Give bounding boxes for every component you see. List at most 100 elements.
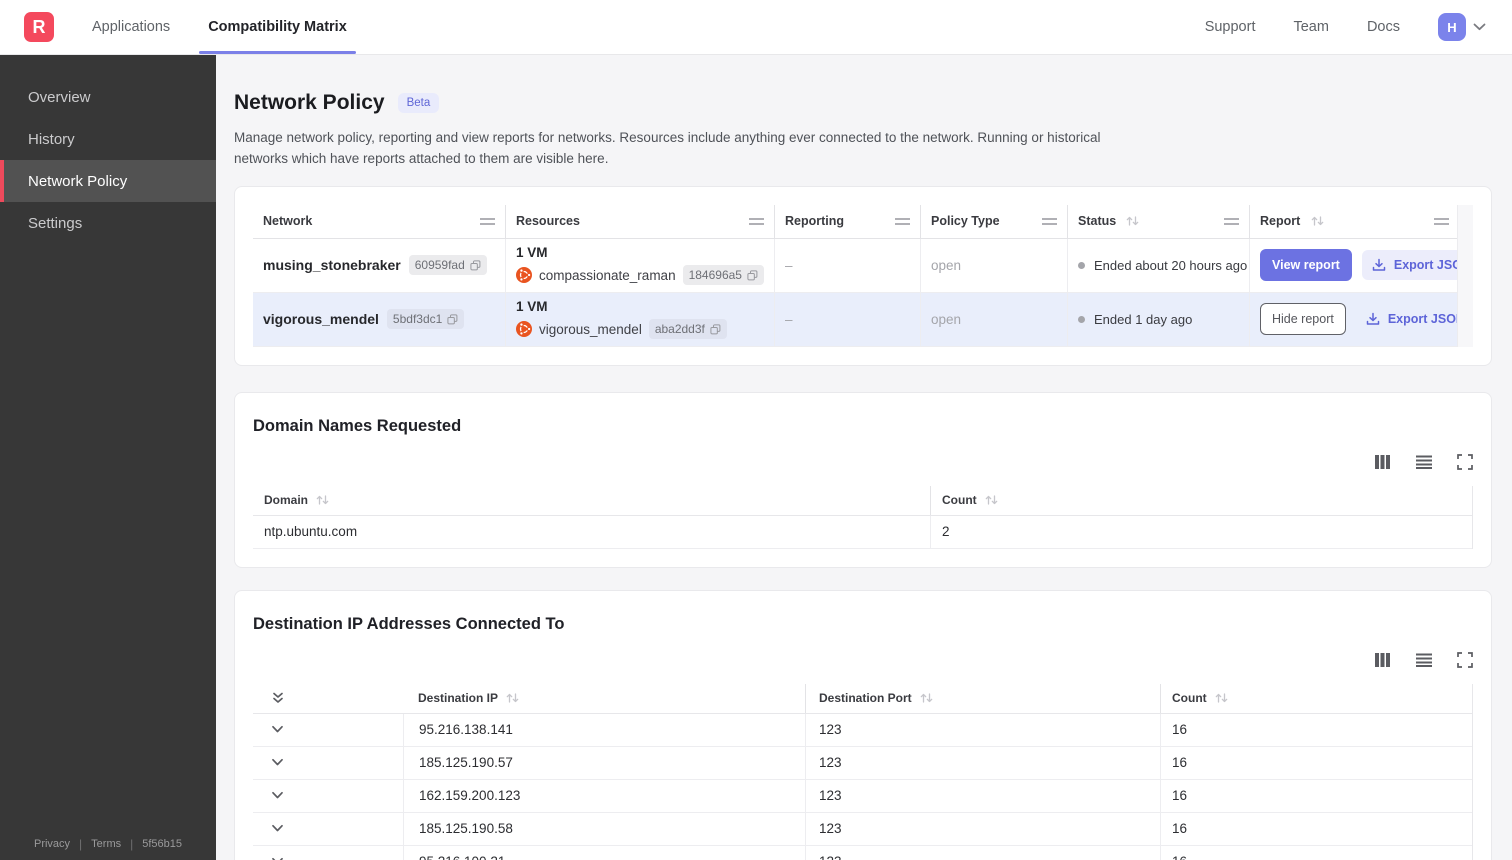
export-json-button[interactable]: Export JSON (1361, 250, 1459, 281)
sort-icon[interactable] (315, 494, 330, 506)
destination-count-value: 16 (1160, 779, 1459, 812)
build-version: 5f56b15 (142, 838, 183, 850)
resource-summary: 1 VM (516, 299, 548, 315)
page-description: Manage network policy, reporting and vie… (234, 130, 1101, 166)
destination-count-value: 16 (1160, 713, 1459, 746)
status-dot (1078, 315, 1085, 323)
column-menu-icon[interactable] (895, 217, 910, 225)
copy-icon[interactable] (447, 314, 458, 325)
column-menu-icon[interactable] (749, 217, 764, 225)
resource-id-badge: 184696a5 (682, 265, 764, 286)
networks-table-header: Network Resources Reporting Policy Type … (253, 204, 1473, 239)
docs-link[interactable]: Docs (1367, 19, 1400, 35)
ubuntu-icon (516, 267, 532, 284)
download-icon (1372, 258, 1386, 272)
resource-id: aba2dd3f (654, 322, 705, 337)
destination-port-value: 123 (805, 845, 1160, 860)
export-json-button[interactable]: Export JSON (1356, 304, 1459, 334)
domain-names-card: Domain Names Requested Domain Count ntp.… (234, 391, 1492, 568)
destination-row[interactable]: 95.216.138.141 123 16 (253, 713, 1472, 747)
sidebar-item-history[interactable]: History (0, 118, 216, 160)
column-header-destination-ip: Destination IP (418, 691, 499, 706)
destination-row[interactable]: 185.125.190.58 123 16 (253, 812, 1472, 846)
columns-icon[interactable] (1374, 652, 1391, 668)
tab-applications[interactable]: Applications (92, 0, 170, 54)
sidebar-item-network-policy[interactable]: Network Policy (0, 160, 216, 202)
destination-row[interactable]: 185.125.190.57 123 16 (253, 746, 1472, 780)
columns-icon[interactable] (1374, 454, 1391, 470)
expand-all-icon[interactable] (271, 691, 285, 705)
column-menu-icon[interactable] (1042, 217, 1057, 225)
resource-id: 184696a5 (688, 268, 742, 283)
row-expander-icon[interactable] (271, 791, 284, 800)
privacy-link[interactable]: Privacy (34, 838, 70, 850)
domain-card-toolbar (253, 452, 1473, 472)
topbar-right-group: Support Team Docs H (1205, 13, 1486, 41)
status-dot (1078, 261, 1085, 269)
page-title: Network Policy (234, 91, 385, 114)
app-logo[interactable]: R (24, 12, 54, 42)
row-density-icon[interactable] (1415, 652, 1433, 668)
copy-icon[interactable] (470, 260, 481, 271)
beta-badge: Beta (397, 93, 440, 113)
domain-row[interactable]: ntp.ubuntu.com 2 (253, 515, 1472, 549)
row-expander-icon[interactable] (271, 725, 284, 734)
network-row-vigorous-mendel[interactable]: vigorous_mendel 5bdf3dc1 1 VM vigorous_m… (253, 292, 1473, 347)
resource-name: vigorous_mendel (539, 321, 642, 337)
column-header-policy-type: Policy Type (931, 214, 1000, 229)
tab-compatibility-matrix[interactable]: Compatibility Matrix (199, 0, 356, 54)
avatar[interactable]: H (1438, 13, 1466, 41)
destination-count-value: 16 (1160, 746, 1459, 779)
sort-icon[interactable] (1310, 215, 1325, 227)
networks-table-card: Network Resources Reporting Policy Type … (234, 185, 1492, 366)
destinations-table: Destination IP Destination Port Count 95… (253, 683, 1473, 860)
policy-type-value: open (931, 257, 962, 273)
sort-icon[interactable] (505, 692, 520, 704)
column-menu-icon[interactable] (480, 217, 495, 225)
domain-card-title: Domain Names Requested (253, 416, 462, 435)
view-report-button[interactable]: View report (1260, 249, 1352, 282)
table-scroll-gutter[interactable] (1457, 204, 1473, 347)
destination-card-toolbar (253, 650, 1473, 670)
export-json-label: Export JSON (1387, 312, 1459, 327)
sort-icon[interactable] (984, 494, 999, 506)
reporting-value: – (785, 257, 793, 273)
row-expander-icon[interactable] (271, 758, 284, 767)
row-expander-icon[interactable] (271, 824, 284, 833)
sidebar-item-settings[interactable]: Settings (0, 202, 216, 244)
sidebar-item-overview[interactable]: Overview (0, 76, 216, 118)
copy-icon[interactable] (710, 324, 721, 335)
policy-type-value: open (931, 311, 962, 327)
support-link[interactable]: Support (1205, 19, 1256, 35)
destination-ip-value: 95.216.138.141 (403, 713, 805, 746)
column-menu-icon[interactable] (1224, 217, 1239, 225)
user-menu[interactable]: H (1438, 13, 1486, 41)
destination-count-value: 16 (1160, 845, 1459, 860)
sort-icon[interactable] (919, 692, 934, 704)
resource-id-badge: aba2dd3f (648, 319, 727, 340)
domains-table-header: Domain Count (253, 485, 1472, 516)
hide-report-button[interactable]: Hide report (1260, 303, 1346, 336)
network-row-musing-stonebraker[interactable]: musing_stonebraker 60959fad 1 VM compass… (253, 238, 1473, 293)
terms-link[interactable]: Terms (91, 838, 121, 850)
row-density-icon[interactable] (1415, 454, 1433, 470)
destination-row[interactable]: 95.216.100.21 123 16 (253, 845, 1472, 860)
column-menu-icon[interactable] (1434, 217, 1449, 225)
sort-icon[interactable] (1125, 215, 1140, 227)
team-link[interactable]: Team (1293, 19, 1328, 35)
destination-row[interactable]: 162.159.200.123 123 16 (253, 779, 1472, 813)
main-content: Network Policy Beta Manage network polic… (216, 55, 1512, 860)
resource-summary: 1 VM (516, 245, 548, 261)
network-id-badge: 5bdf3dc1 (386, 309, 465, 330)
resource-name: compassionate_raman (539, 267, 676, 283)
destination-ip-value: 162.159.200.123 (403, 779, 805, 812)
fullscreen-icon[interactable] (1457, 651, 1473, 668)
destination-port-value: 123 (805, 713, 1160, 746)
destinations-table-header: Destination IP Destination Port Count (253, 683, 1472, 714)
fullscreen-icon[interactable] (1457, 453, 1473, 470)
sort-icon[interactable] (1214, 692, 1229, 704)
sidebar: Overview History Network Policy Settings… (0, 55, 216, 860)
column-header-domain: Domain (264, 493, 309, 508)
copy-icon[interactable] (747, 270, 758, 281)
download-icon (1366, 312, 1380, 326)
